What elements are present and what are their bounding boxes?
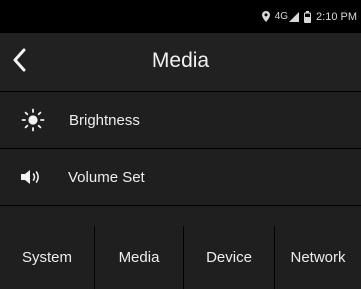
battery-icon — [304, 10, 312, 23]
signal-bars-icon — [289, 11, 300, 22]
tab-network[interactable]: Network — [275, 226, 361, 289]
list-spacer — [0, 206, 361, 226]
tab-media[interactable]: Media — [95, 226, 184, 289]
page-title: Media — [151, 49, 210, 72]
brightness-sun-icon — [17, 108, 49, 132]
menu-item-label: Volume Set — [68, 168, 145, 186]
speaker-volume-icon — [17, 169, 49, 185]
menu-item-brightness[interactable]: Brightness — [0, 92, 361, 148]
menu-item-label: Brightness — [69, 111, 140, 129]
bottom-tab-bar: System Media Device Network — [0, 226, 361, 289]
app-header: Media — [0, 33, 361, 91]
network-type-label: 4G — [274, 11, 289, 22]
location-pin-icon — [261, 11, 270, 22]
tab-device[interactable]: Device — [184, 226, 275, 289]
clock-time: 2:10 PM — [316, 10, 357, 23]
status-bar: 4G 2:10 PM — [0, 0, 361, 33]
menu-item-volume-set[interactable]: Volume Set — [0, 149, 361, 205]
tab-system[interactable]: System — [0, 226, 95, 289]
